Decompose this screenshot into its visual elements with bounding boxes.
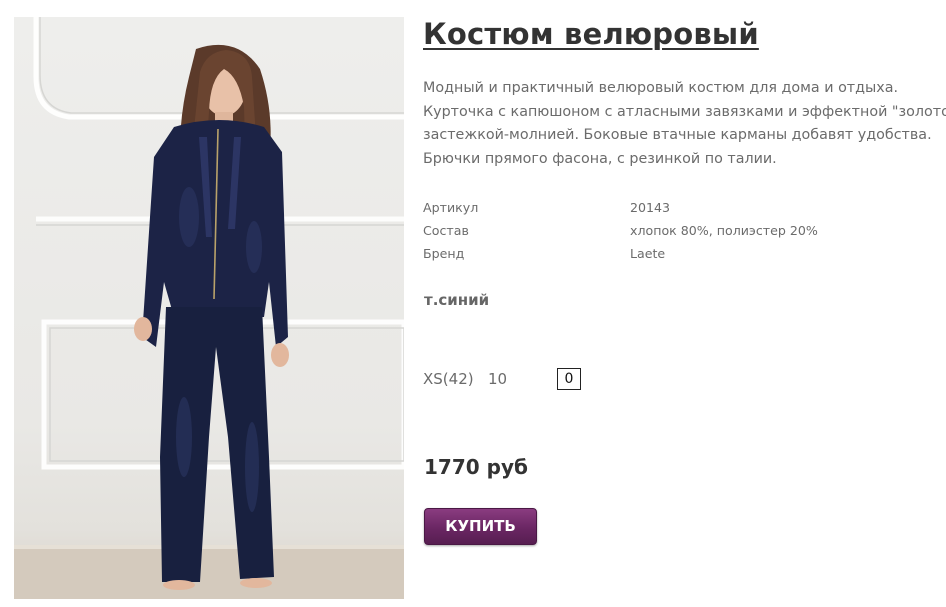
product-color: т.синий xyxy=(424,291,490,309)
spec-row-brand: Бренд Laete xyxy=(423,244,843,267)
product-title[interactable]: Костюм велюровый xyxy=(423,17,759,51)
spec-value: 20143 xyxy=(630,200,671,215)
spec-label: Артикул xyxy=(423,200,479,215)
product-photo-illustration xyxy=(14,17,404,599)
description-line: Курточка с капюшоном с атласными завязка… xyxy=(423,103,946,120)
spec-value: Laete xyxy=(630,246,666,261)
description-line: Брючки прямого фасона, с резинкой по тал… xyxy=(423,150,777,167)
spec-row-article: Артикул 20143 xyxy=(423,198,843,221)
buy-button[interactable]: КУПИТЬ xyxy=(424,508,537,545)
description-line: застежкой-молнией. Боковые втачные карма… xyxy=(423,127,932,143)
spec-row-composition: Состав хлопок 80%, полиэстер 20% xyxy=(423,221,843,244)
spec-label: Состав xyxy=(423,223,469,238)
size-stock-count: 10 xyxy=(488,370,508,388)
product-description: Модный и практичный велюровый костюм для… xyxy=(423,77,946,171)
size-row: XS(42) 10 xyxy=(423,368,623,392)
product-photo[interactable] xyxy=(14,17,404,599)
description-line: Модный и практичный велюровый костюм для… xyxy=(423,80,899,96)
product-specs: Артикул 20143 Состав хлопок 80%, полиэст… xyxy=(423,198,843,267)
spec-value: хлопок 80%, полиэстер 20% xyxy=(630,223,818,238)
size-label: XS(42) xyxy=(423,370,474,388)
quantity-input[interactable] xyxy=(557,368,581,390)
product-price: 1770 руб xyxy=(424,455,528,479)
spec-label: Бренд xyxy=(423,246,465,261)
